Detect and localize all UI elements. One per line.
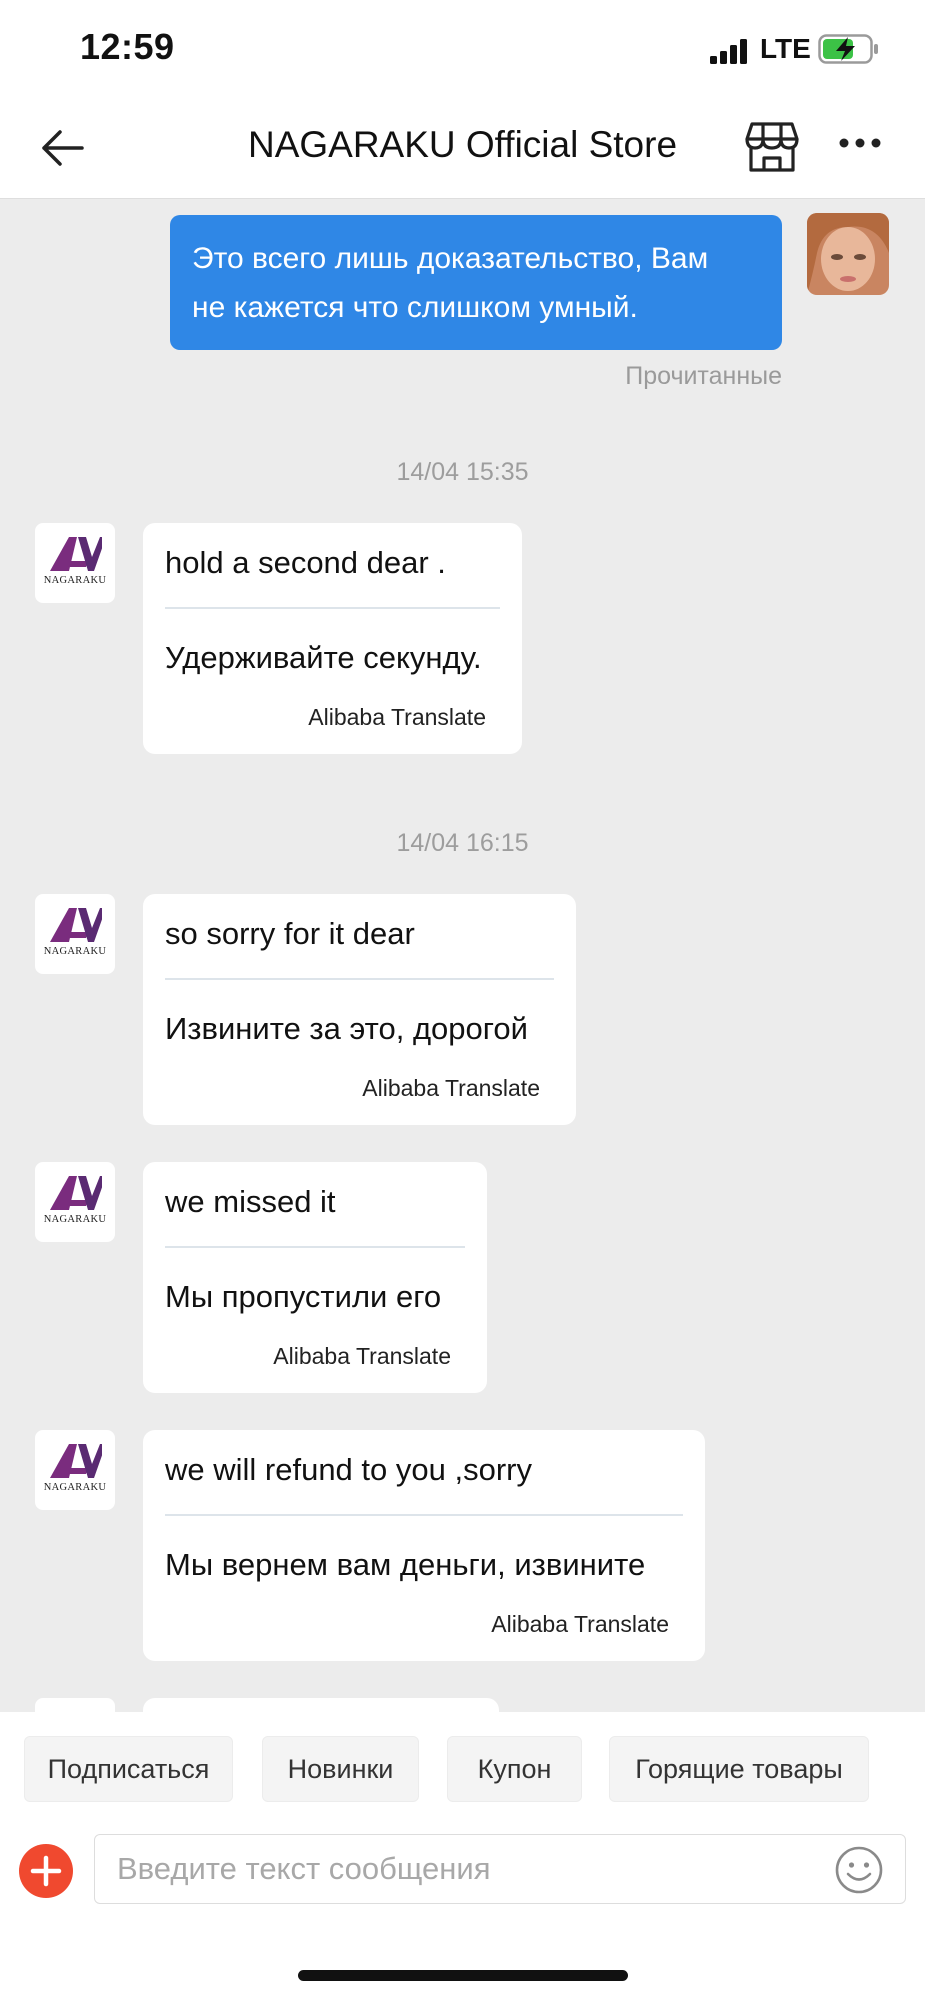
quick-action-new-arrivals[interactable]: Новинки [262, 1736, 419, 1802]
message-divider [165, 978, 554, 980]
battery-icon [818, 34, 880, 69]
quick-action-hot-deals[interactable]: Горящие товары [609, 1736, 869, 1802]
message-divider [165, 1246, 465, 1248]
translation-source: Alibaba Translate [491, 1611, 669, 1637]
message-input-placeholder: Введите текст сообщения [117, 1851, 491, 1886]
quick-action-coupon[interactable]: Купон [447, 1736, 582, 1802]
message-translated-text: Мы пропустили его [165, 1279, 442, 1314]
store-logo-avatar[interactable]: NAGARAKU [35, 1162, 115, 1242]
store-logo-text: NAGARAKU [43, 946, 107, 957]
signal-icon [710, 38, 752, 69]
nagaraku-logo-icon [50, 537, 102, 571]
nagaraku-logo-icon [50, 1176, 102, 1210]
carrier-label: LTE [760, 33, 811, 64]
more-icon[interactable] [838, 136, 882, 155]
translation-source: Alibaba Translate [273, 1343, 451, 1369]
incoming-message-bubble[interactable]: we will refund to you ,sorry Мы вернем в… [143, 1430, 705, 1661]
outgoing-message-line1: Это всего лишь доказательство, Вам [192, 242, 709, 275]
incoming-message-bubble[interactable]: so sorry for it dear Извините за это, до… [143, 894, 576, 1125]
quick-action-subscribe[interactable]: Подписаться [24, 1736, 233, 1802]
message-divider [165, 1514, 683, 1516]
message-translated-text: Извините за это, дорогой [165, 1011, 528, 1046]
translation-source: Alibaba Translate [308, 704, 486, 730]
store-icon[interactable] [744, 121, 800, 178]
nagaraku-logo-icon [50, 908, 102, 942]
read-status: Прочитанные [625, 362, 782, 390]
outgoing-message-bubble[interactable]: Это всего лишь доказательство, Вам не ка… [170, 215, 782, 350]
timestamp: 14/04 16:15 [396, 829, 529, 857]
message-divider [165, 607, 500, 609]
nagaraku-logo-icon [50, 1444, 102, 1478]
store-logo-avatar[interactable]: NAGARAKU [35, 1430, 115, 1510]
emoji-icon[interactable] [834, 1845, 884, 1900]
message-translated-text: Удерживайте секунду. [165, 640, 482, 675]
user-avatar[interactable] [807, 213, 889, 295]
incoming-message-bubble[interactable]: hold a second dear . Удерживайте секунду… [143, 523, 522, 754]
store-logo-avatar[interactable]: NAGARAKU [35, 523, 115, 603]
add-attachment-button[interactable] [19, 1844, 73, 1898]
outgoing-message-line2: не кажется что слишком умный. [192, 291, 638, 324]
message-original-text: we missed it [165, 1184, 336, 1219]
store-logo-text: NAGARAKU [43, 1214, 107, 1225]
message-original-text: so sorry for it dear [165, 916, 415, 951]
message-original-text: we will refund to you ,sorry [165, 1452, 532, 1487]
status-time: 12:59 [80, 26, 175, 67]
store-logo-text: NAGARAKU [43, 575, 107, 586]
store-logo-avatar[interactable]: NAGARAKU [35, 894, 115, 974]
timestamp: 14/04 15:35 [396, 458, 529, 486]
translation-source: Alibaba Translate [362, 1075, 540, 1101]
message-translated-text: Мы вернем вам деньги, извините [165, 1547, 646, 1582]
store-logo-text: NAGARAKU [43, 1482, 107, 1493]
message-original-text: hold a second dear . [165, 545, 446, 580]
incoming-message-bubble[interactable]: we missed it Мы пропустили его Alibaba T… [143, 1162, 487, 1393]
home-indicator [298, 1970, 628, 1981]
plus-icon [30, 1855, 62, 1887]
